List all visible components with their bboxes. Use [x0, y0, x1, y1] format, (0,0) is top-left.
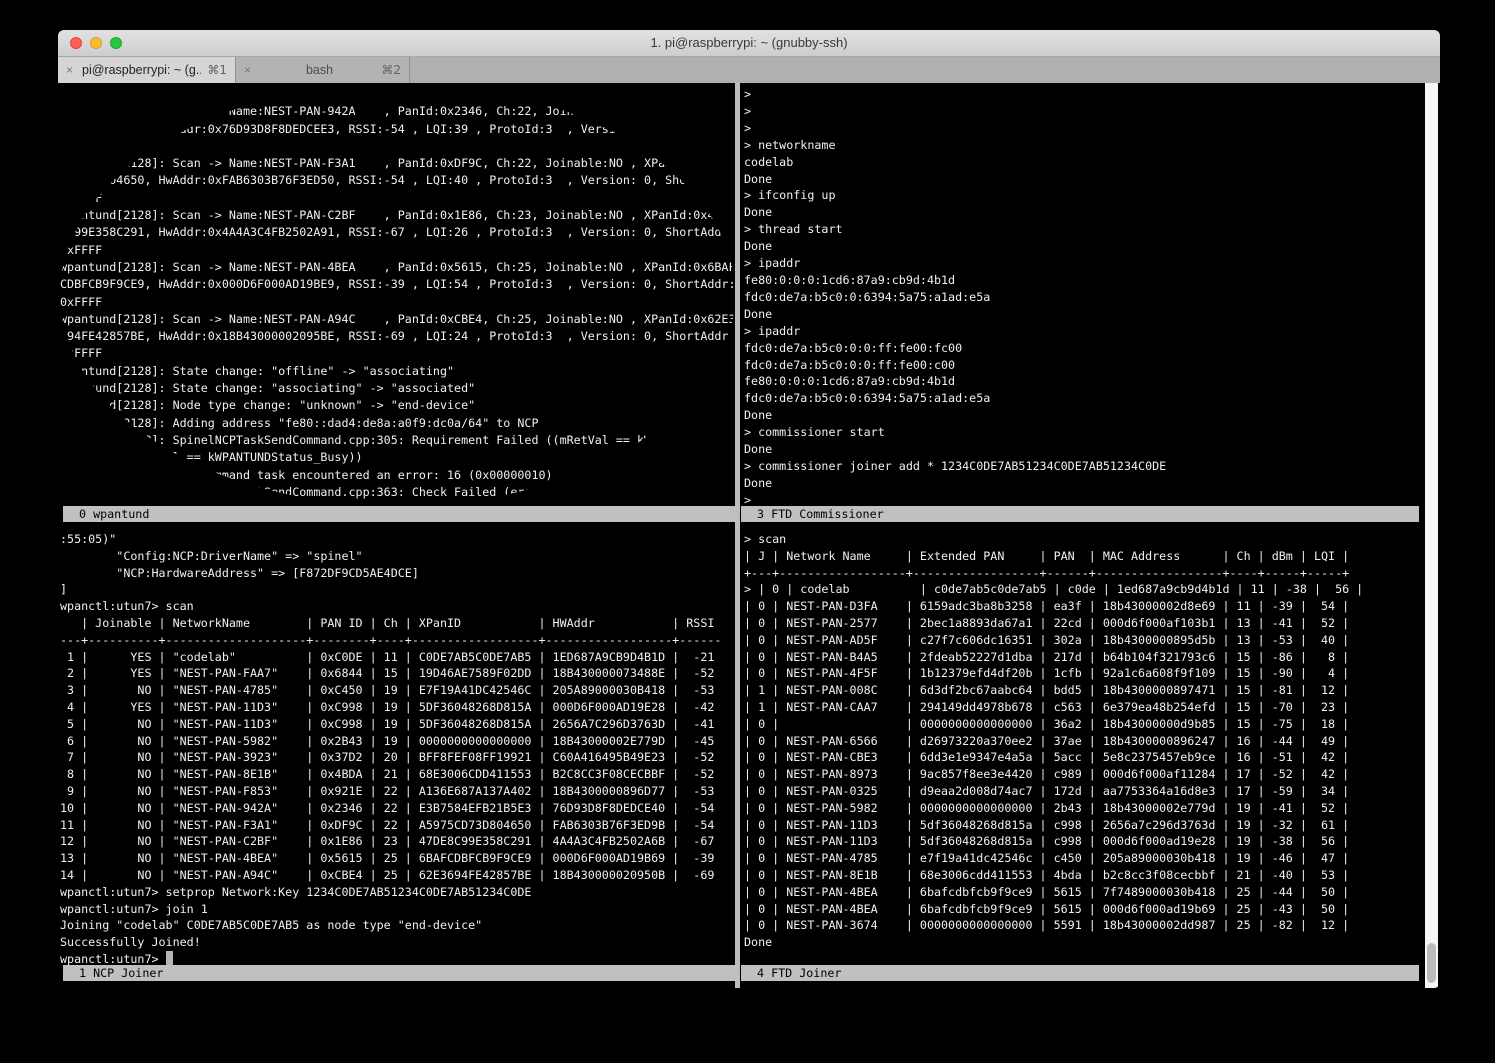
status-bar-label: 4 FTD Joiner: [757, 966, 841, 980]
screen: 1. pi@raspberrypi: ~ (gnubby-ssh) × pi@r…: [0, 0, 1495, 1063]
scrollbar-thumb[interactable]: [1427, 943, 1436, 983]
tab-bash[interactable]: × bash ⌘2: [236, 57, 410, 83]
tab-bar-empty-area: [410, 57, 1440, 83]
tab-bar: × pi@raspberrypi: ~ (g... ⌘1 × bash ⌘2: [58, 57, 1440, 83]
status-bar-ftd-commissioner: 3 FTD Commissioner: [741, 506, 1419, 522]
pane-ftd-commissioner[interactable]: > > > > networkname codelab Done > ifcon…: [744, 83, 1422, 509]
status-bar-ftd-joiner: 4 FTD Joiner: [741, 965, 1419, 981]
status-bar-label: 3 FTD Commissioner: [757, 507, 884, 521]
terminal-cursor: [166, 951, 173, 965]
title-bar[interactable]: 1. pi@raspberrypi: ~ (gnubby-ssh): [58, 30, 1440, 57]
tab-ssh-session[interactable]: × pi@raspberrypi: ~ (g... ⌘1: [58, 57, 236, 83]
tab-shortcut: ⌘2: [381, 57, 401, 83]
close-tab-icon[interactable]: ×: [244, 57, 251, 83]
status-bar-label: 0 wpantund: [79, 507, 149, 521]
terminal-area: 0xFFFF wpantund[2128]: Scan -> Name:NEST…: [58, 83, 1440, 988]
window-title: 1. pi@raspberrypi: ~ (gnubby-ssh): [58, 30, 1440, 56]
pane-ncp-joiner[interactable]: :55:05)" "Config:NCP:DriverName" => "spi…: [60, 528, 735, 968]
tab-label: bash: [260, 57, 379, 83]
tab-shortcut: ⌘1: [207, 57, 227, 83]
terminal-window: 1. pi@raspberrypi: ~ (gnubby-ssh) × pi@r…: [58, 30, 1440, 988]
tab-label: pi@raspberrypi: ~ (g...: [82, 57, 201, 83]
pane-ftd-joiner[interactable]: > scan | J | Network Name | Extended PAN…: [744, 528, 1423, 968]
scrollbar-track[interactable]: [1425, 83, 1438, 988]
close-tab-icon[interactable]: ×: [66, 57, 73, 83]
pane-divider[interactable]: [735, 83, 740, 988]
status-bar-label: 1 NCP Joiner: [79, 966, 163, 980]
status-bar-wpantund: 0 wpantund: [63, 506, 738, 522]
pane-wpantund[interactable]: 0xFFFF wpantund[2128]: Scan -> Name:NEST…: [60, 83, 735, 506]
status-bar-ncp-joiner: 1 NCP Joiner: [63, 965, 738, 981]
